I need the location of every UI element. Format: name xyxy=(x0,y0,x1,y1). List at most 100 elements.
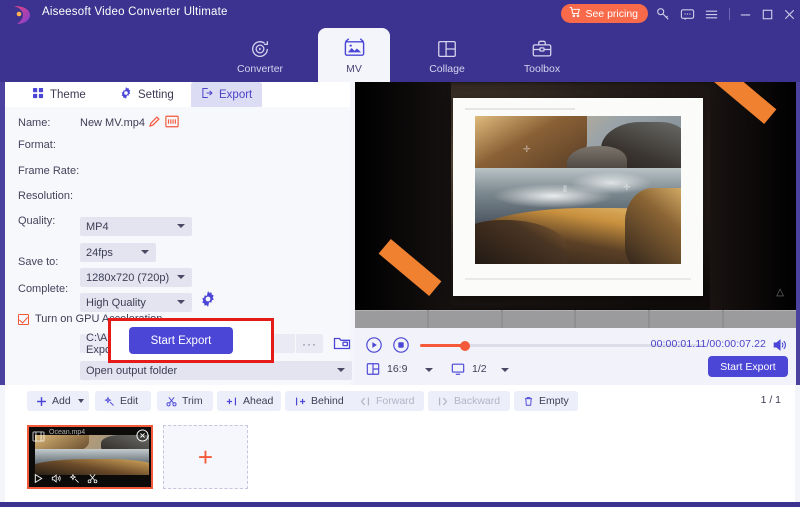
clip-thumbnail[interactable]: Ocean.mp4 xyxy=(27,425,153,489)
start-export-button[interactable]: Start Export xyxy=(129,327,233,354)
format-label: Format: xyxy=(18,139,56,151)
preview-right-shade xyxy=(710,82,796,310)
insert-ahead-icon xyxy=(226,396,238,407)
empty-label: Empty xyxy=(539,395,569,407)
clip-name: Ocean.mp4 xyxy=(49,429,86,436)
aiseesoft-logo-icon xyxy=(10,3,34,27)
chevron-down-icon xyxy=(177,224,185,228)
clip-volume-icon[interactable] xyxy=(51,473,62,484)
clip-thumbnail-strip: Ocean.mp4 + xyxy=(5,417,795,502)
format-value: MP4 xyxy=(86,220,109,233)
mv-icon xyxy=(343,36,366,60)
preview-photo-frame: ✛ ⦀ ✛ xyxy=(453,98,703,296)
photo-plus-mark: ✛ xyxy=(623,182,631,192)
timecode-display: 00:00:01.11/00:00:07.22 xyxy=(650,338,766,350)
quality-select[interactable]: High Quality xyxy=(80,293,192,312)
browse-ellipsis-button[interactable]: ··· xyxy=(296,334,323,353)
frame-rate-value: 24fps xyxy=(86,246,113,259)
tab-label-setting: Setting xyxy=(138,88,174,101)
frame-rate-select[interactable]: 24fps xyxy=(80,243,156,262)
clip-trim-icon[interactable] xyxy=(87,473,98,484)
open-folder-icon[interactable] xyxy=(332,333,352,353)
tab-export[interactable]: Export xyxy=(191,82,263,107)
preview-filmstrip[interactable] xyxy=(355,310,796,328)
hamburger-menu-icon[interactable] xyxy=(702,5,720,23)
bottom-window-border xyxy=(0,502,800,507)
photo-sparkle-mark: ✛ xyxy=(523,144,531,154)
close-icon[interactable] xyxy=(780,5,798,23)
nav-item-mv[interactable]: MV xyxy=(318,28,390,82)
resolution-label: Resolution: xyxy=(18,190,74,202)
move-backward-icon xyxy=(437,396,449,407)
resolution-select[interactable]: 1280x720 (720p) xyxy=(80,268,192,287)
insert-ahead-button[interactable]: Ahead xyxy=(217,391,281,411)
clip-edit-icon[interactable] xyxy=(69,473,80,484)
stop-icon[interactable] xyxy=(392,336,410,359)
edit-label: Edit xyxy=(120,395,139,407)
add-clip-button[interactable]: + xyxy=(163,425,248,489)
see-pricing-button[interactable]: See pricing xyxy=(561,4,648,23)
gear-icon xyxy=(120,87,132,102)
complete-action-select[interactable]: Open output folder xyxy=(80,361,352,380)
add-chevron-down-icon xyxy=(77,399,84,403)
chat-icon[interactable] xyxy=(678,5,696,23)
filmstrip-cell xyxy=(724,310,796,328)
metadata-icon[interactable] xyxy=(165,115,179,133)
filmstrip-cell xyxy=(650,310,723,328)
screen-scale-chevron-down-icon[interactable] xyxy=(501,368,509,372)
trim-button[interactable]: Trim xyxy=(157,391,213,411)
rename-pencil-icon[interactable] xyxy=(148,115,161,133)
plus-icon: + xyxy=(197,442,214,472)
preview-photo: ✛ ⦀ ✛ xyxy=(475,116,681,264)
screen-scale-icon[interactable] xyxy=(451,362,465,381)
aspect-ratio-chevron-down-icon[interactable] xyxy=(425,368,433,372)
trash-icon xyxy=(523,396,534,407)
play-icon[interactable] xyxy=(365,336,383,359)
empty-button[interactable]: Empty xyxy=(514,391,578,411)
app-window: Aiseesoft Video Converter Ultimate See p… xyxy=(0,0,800,507)
aspect-ratio-icon[interactable] xyxy=(366,362,380,381)
clip-thumbnail-image xyxy=(35,435,149,475)
progress-knob[interactable] xyxy=(460,340,470,351)
clip-toolbar: Add Edit Trim Ahead Behind Forward Backw… xyxy=(5,385,795,417)
format-select[interactable]: MP4 xyxy=(80,217,192,236)
title-bar: Aiseesoft Video Converter Ultimate See p… xyxy=(0,0,800,28)
page-count: 1 / 1 xyxy=(760,394,781,406)
filmstrip-cell xyxy=(576,310,649,328)
start-export-button-player[interactable]: Start Export xyxy=(708,356,788,377)
tab-setting[interactable]: Setting xyxy=(110,82,184,107)
save-to-label: Save to: xyxy=(18,256,59,268)
filmstrip-cell xyxy=(502,310,575,328)
nav-label-converter: Converter xyxy=(236,62,284,75)
tab-label-export: Export xyxy=(219,88,253,101)
video-preview[interactable]: ✛ ⦀ ✛ △ xyxy=(355,82,796,310)
checkbox-checked-icon xyxy=(18,313,29,325)
right-window-border xyxy=(796,82,800,385)
scissors-icon xyxy=(166,396,177,407)
plus-icon xyxy=(36,396,47,407)
aspect-ratio-value: 16:9 xyxy=(387,363,408,375)
quality-settings-gear-icon[interactable] xyxy=(200,291,216,307)
maximize-icon[interactable] xyxy=(758,5,776,23)
nav-item-collage[interactable]: Collage xyxy=(411,28,483,82)
nav-item-converter[interactable]: Converter xyxy=(224,28,296,82)
add-button[interactable]: Add xyxy=(27,391,89,411)
name-value: New MV.mp4 xyxy=(80,117,146,129)
key-icon[interactable] xyxy=(654,5,672,23)
player-controls: 00:00:01.11/00:00:07.22 16:9 1/2 Start E… xyxy=(355,328,796,385)
move-forward-icon xyxy=(359,396,371,407)
nav-label-toolbox: Toolbox xyxy=(523,62,561,75)
tab-theme[interactable]: Theme xyxy=(23,82,96,107)
volume-icon[interactable] xyxy=(772,337,788,358)
remove-clip-close-icon[interactable] xyxy=(136,429,149,442)
filmstrip-cell xyxy=(355,310,427,328)
nav-item-toolbox[interactable]: Toolbox xyxy=(506,28,578,82)
magic-wand-icon xyxy=(104,396,115,407)
grid-icon xyxy=(33,87,44,102)
photo-grid-mark: ⦀ xyxy=(563,184,567,194)
clip-play-icon[interactable] xyxy=(33,473,44,484)
insert-behind-button[interactable]: Behind xyxy=(285,391,355,411)
edit-button[interactable]: Edit xyxy=(95,391,151,411)
screen-scale-value: 1/2 xyxy=(472,363,487,375)
minimize-icon[interactable] xyxy=(736,5,754,23)
